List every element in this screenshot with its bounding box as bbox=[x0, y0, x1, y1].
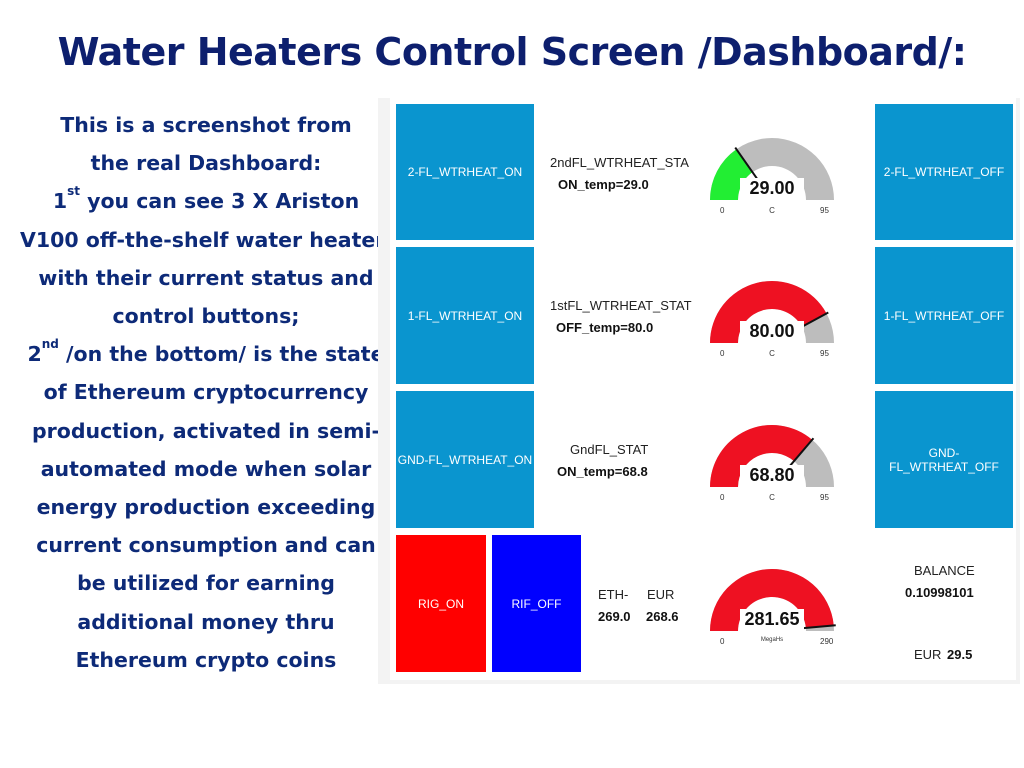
gauge-unit-label: MegaHs bbox=[760, 637, 784, 643]
hashrate-gauge: 281.65 0 290 MegaHs bbox=[706, 565, 846, 651]
description-line: 1st you can see 3 X Ariston bbox=[52, 184, 360, 214]
description-line: current consumption and can bbox=[36, 533, 376, 558]
floor2-status-title: 2ndFL_WTRHEAT_STA bbox=[550, 155, 689, 170]
description-line: V100 off-the-shelf water heaters bbox=[20, 227, 398, 252]
floor1-status-title: 1stFL_WTRHEAT_STAT bbox=[550, 298, 692, 313]
description-line: energy production exceeding bbox=[36, 495, 376, 520]
eur-total-label: EUR bbox=[914, 647, 942, 662]
description-line: automated mode when solar bbox=[40, 456, 372, 481]
description-line: Ethereum crypto coins bbox=[75, 647, 337, 672]
gauge-value: 281.65 bbox=[740, 609, 804, 630]
description-line: This is a screenshot from bbox=[60, 113, 352, 137]
description-line: be utilized for earning bbox=[77, 571, 335, 596]
balance-label: BALANCE bbox=[914, 563, 975, 578]
eur-label: EUR bbox=[647, 587, 675, 602]
description-line: production, activated in semi- bbox=[32, 418, 380, 443]
gauge-value: 68.80 bbox=[740, 465, 804, 486]
rig-off-button[interactable]: RIF_OFF bbox=[492, 535, 581, 672]
ground-floor-heater-on-button[interactable]: GND-FL_WTRHEAT_ON bbox=[396, 391, 534, 528]
gauge-unit-label: C bbox=[769, 349, 775, 358]
ground-floor-status-value: ON_temp=68.8 bbox=[557, 464, 648, 479]
balance-value: 0.10998101 bbox=[905, 585, 974, 600]
gauge-unit-label: C bbox=[769, 206, 775, 215]
description-line: control buttons; bbox=[112, 304, 300, 329]
gauge-value: 80.00 bbox=[740, 321, 804, 342]
floor1-temp-gauge: 80.00 0 95 C bbox=[706, 277, 846, 363]
ground-floor-status-title: GndFL_STAT bbox=[570, 442, 649, 457]
description-line: the real Dashboard: bbox=[90, 151, 322, 176]
description-line: of Ethereum cryptocurrency bbox=[43, 380, 369, 405]
floor1-heater-off-button[interactable]: 1-FL_WTRHEAT_OFF bbox=[875, 247, 1013, 384]
rig-on-button[interactable]: RIG_ON bbox=[396, 535, 486, 672]
eth-value: 269.0 bbox=[598, 609, 631, 624]
description-text: This is a screenshot from the real Dashbo… bbox=[20, 106, 398, 679]
floor2-heater-on-button[interactable]: 2-FL_WTRHEAT_ON bbox=[396, 104, 534, 240]
eth-label: ETH- bbox=[598, 587, 629, 602]
ground-floor-heater-off-button[interactable]: GND-FL_WTRHEAT_OFF bbox=[875, 391, 1013, 528]
page-title: Water Heaters Control Screen /Dashboard/… bbox=[57, 30, 967, 74]
floor2-temp-gauge: 29.00 0 95 C bbox=[706, 134, 846, 220]
eur-value: 268.6 bbox=[646, 609, 679, 624]
floor1-status-value: OFF_temp=80.0 bbox=[556, 320, 654, 335]
description-line: with their current status and bbox=[38, 265, 374, 290]
description-line: 2nd /on the bottom/ is the state bbox=[27, 337, 385, 367]
floor2-status-value: ON_temp=29.0 bbox=[558, 177, 649, 192]
ground-floor-temp-gauge: 68.80 0 95 C bbox=[706, 421, 846, 507]
eur-total-value: 29.5 bbox=[947, 647, 973, 662]
floor2-heater-off-button[interactable]: 2-FL_WTRHEAT_OFF bbox=[875, 104, 1013, 240]
gauge-value: 29.00 bbox=[740, 178, 804, 199]
gauge-unit-label: C bbox=[769, 493, 775, 502]
floor1-heater-on-button[interactable]: 1-FL_WTRHEAT_ON bbox=[396, 247, 534, 384]
description-line: additional money thru bbox=[77, 609, 335, 634]
